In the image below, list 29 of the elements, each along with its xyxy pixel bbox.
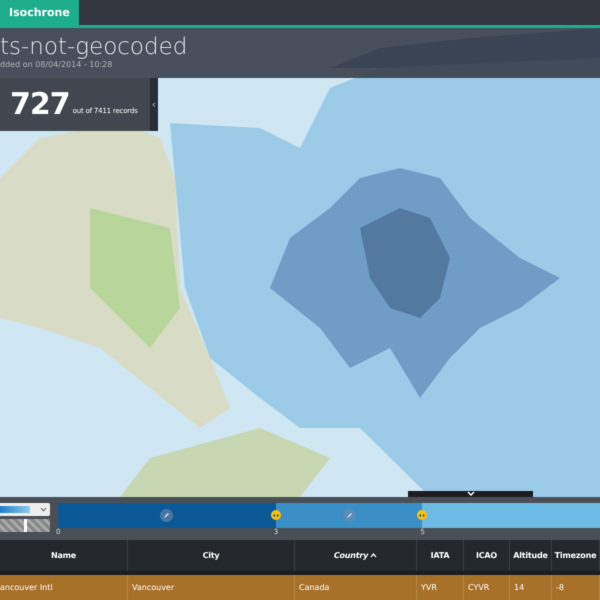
column-header[interactable]: City bbox=[128, 540, 295, 571]
record-count: 727 bbox=[10, 87, 70, 122]
color-scheme-dropdown[interactable] bbox=[0, 503, 50, 516]
table-cell: Vancouver bbox=[128, 575, 295, 600]
column-header[interactable]: Timezone bbox=[552, 540, 600, 571]
pencil-icon[interactable] bbox=[160, 509, 174, 522]
table-row[interactable]: ancouver Intl Vancouver Canada YVR CYVR 14 -8 bbox=[0, 575, 600, 600]
column-header[interactable]: Country bbox=[295, 540, 417, 571]
table-cell: CYVR bbox=[464, 575, 510, 600]
caret-icon bbox=[40, 507, 47, 512]
chevron-down-icon bbox=[466, 491, 474, 497]
expand-tab[interactable] bbox=[408, 491, 533, 497]
table-cell: ancouver Intl bbox=[0, 575, 128, 600]
dataset-date: dded on 08/04/2014 - 10:28 bbox=[0, 60, 114, 69]
slider-thumb[interactable] bbox=[24, 519, 27, 532]
column-header[interactable]: Altitude bbox=[510, 540, 552, 571]
table-cell: -8 bbox=[552, 575, 600, 600]
pencil-icon[interactable] bbox=[342, 509, 356, 522]
table-cell: YVR bbox=[417, 575, 464, 600]
column-header[interactable]: ICAO bbox=[464, 540, 510, 571]
column-header[interactable]: IATA bbox=[417, 540, 464, 571]
table-cell: 14 bbox=[510, 575, 552, 600]
opacity-slider[interactable] bbox=[0, 519, 50, 532]
sort-ascending-icon bbox=[370, 553, 378, 558]
collapse-handle[interactable]: ‹ bbox=[150, 78, 158, 131]
table-cell: Canada bbox=[295, 575, 417, 600]
column-header[interactable]: Name bbox=[0, 540, 128, 571]
dataset-title: ts-not-geocoded bbox=[0, 34, 188, 60]
color-ramp-swatch bbox=[0, 506, 30, 513]
